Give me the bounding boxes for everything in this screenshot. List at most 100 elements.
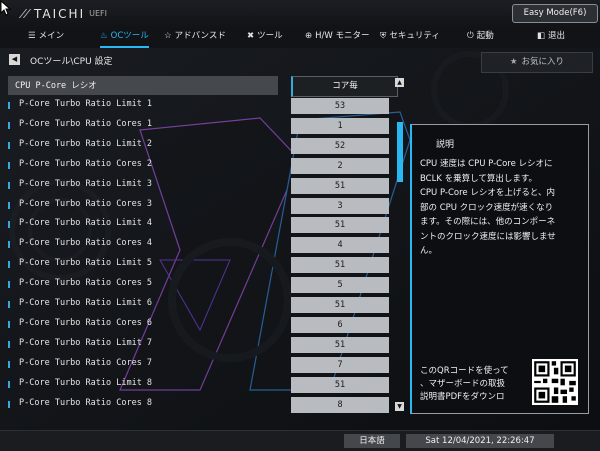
tab-oc-tweaker[interactable]: ♨ OCツール bbox=[100, 28, 149, 48]
tab-hw-monitor-label: H/W モニター bbox=[315, 31, 370, 41]
home-icon: ☰ bbox=[28, 31, 36, 41]
setting-row[interactable]: P-Core Turbo Ratio Cores 4 4 bbox=[8, 235, 390, 254]
setting-row[interactable]: P-Core Turbo Ratio Cores 1 1 bbox=[8, 116, 390, 135]
setting-value-field[interactable]: 6 bbox=[291, 316, 389, 333]
description-panel: 説明 CPU 速度は CPU P-Core レシオに BCLK を乗算して算出し… bbox=[410, 124, 589, 414]
setting-label: P-Core Turbo Ratio Limit 7 bbox=[19, 337, 153, 348]
favorites-button[interactable]: ★ お気に入り bbox=[481, 52, 593, 73]
qr-code-icon bbox=[532, 359, 578, 405]
setting-value-field[interactable]: 8 bbox=[291, 396, 389, 413]
language-button[interactable]: 日本語 bbox=[344, 434, 400, 448]
setting-label: P-Core Turbo Ratio Cores 1 bbox=[19, 118, 153, 129]
setting-row[interactable]: P-Core Turbo Ratio Limit 3 51 bbox=[8, 176, 390, 195]
setting-label: P-Core Turbo Ratio Limit 1 bbox=[19, 99, 153, 109]
back-arrow-icon[interactable]: ◀ bbox=[9, 54, 20, 65]
exit-icon: ◧ bbox=[537, 31, 546, 41]
setting-row[interactable]: P-Core Turbo Ratio Limit 6 51 bbox=[8, 295, 390, 314]
setting-label: P-Core Turbo Ratio Limit 8 bbox=[19, 377, 153, 388]
setting-value-dropdown[interactable]: コア毎 bbox=[291, 76, 398, 97]
scroll-down-icon[interactable]: ▼ bbox=[395, 402, 404, 411]
setting-row[interactable]: P-Core Turbo Ratio Limit 5 51 bbox=[8, 255, 390, 274]
setting-label: CPU P-Core レシオ bbox=[15, 81, 97, 91]
tab-main-label: メイン bbox=[38, 31, 65, 41]
setting-row[interactable]: P-Core Turbo Ratio Limit 7 51 bbox=[8, 335, 390, 354]
setting-value-field[interactable]: 53 bbox=[291, 98, 389, 114]
tab-advanced[interactable]: ☆ アドバンスド bbox=[164, 28, 226, 46]
power-icon: ⏻ bbox=[467, 31, 474, 41]
setting-value-field[interactable]: 51 bbox=[291, 336, 389, 353]
setting-label: P-Core Turbo Ratio Limit 3 bbox=[19, 178, 153, 189]
setting-label: P-Core Turbo Ratio Cores 3 bbox=[19, 198, 153, 209]
row-marker bbox=[8, 141, 10, 149]
main-nav: ☰ メイン ♨ OCツール ☆ アドバンスド ✖ ツール ⊕ H/W モニター ⛨ セキュリ… bbox=[0, 28, 600, 48]
setting-row[interactable]: P-Core Turbo Ratio Cores 5 5 bbox=[8, 275, 390, 294]
setting-label: P-Core Turbo Ratio Limit 2 bbox=[19, 138, 153, 149]
setting-value-field[interactable]: 2 bbox=[291, 157, 389, 174]
setting-value-field[interactable]: 5 bbox=[291, 277, 389, 294]
easy-mode-button[interactable]: Easy Mode(F6) bbox=[512, 4, 598, 23]
taichi-logo-icon: ⁄⁄ bbox=[22, 7, 31, 21]
tab-main[interactable]: ☰ メイン bbox=[28, 28, 64, 46]
setting-value-field[interactable]: 4 bbox=[291, 237, 389, 254]
setting-label: P-Core Turbo Ratio Limit 6 bbox=[19, 298, 153, 308]
setting-value-field[interactable]: 51 bbox=[291, 217, 389, 234]
setting-value-field[interactable]: 52 bbox=[291, 137, 389, 154]
setting-row-cpu-pcore-ratio[interactable]: CPU P-Core レシオ コア毎 bbox=[8, 76, 398, 97]
row-marker bbox=[8, 261, 10, 269]
tab-exit[interactable]: ◧ 退出 bbox=[537, 28, 565, 46]
row-marker bbox=[8, 320, 10, 328]
breadcrumb: OCツール\CPU 設定 bbox=[30, 57, 113, 67]
star-icon: ★ bbox=[509, 57, 518, 67]
tab-security-label: セキュリティ bbox=[389, 31, 440, 41]
setting-value-field[interactable]: 51 bbox=[291, 257, 389, 274]
tab-tools-label: ツール bbox=[257, 31, 283, 41]
setting-row[interactable]: P-Core Turbo Ratio Limit 1 53 bbox=[8, 96, 390, 115]
setting-value-field[interactable]: 3 bbox=[291, 197, 389, 214]
setting-value-field[interactable]: 51 bbox=[291, 297, 389, 313]
setting-value-field[interactable]: 7 bbox=[291, 356, 389, 373]
shield-icon: ⛨ bbox=[380, 31, 387, 41]
tab-boot[interactable]: ⏻ 起動 bbox=[467, 28, 494, 46]
setting-row[interactable]: P-Core Turbo Ratio Limit 2 52 bbox=[8, 136, 390, 155]
setting-label: P-Core Turbo Ratio Cores 2 bbox=[19, 158, 153, 169]
setting-row[interactable]: P-Core Turbo Ratio Cores 8 8 bbox=[8, 395, 390, 414]
setting-value-field[interactable]: 1 bbox=[291, 117, 389, 134]
row-marker bbox=[8, 201, 10, 209]
row-marker bbox=[8, 221, 10, 229]
row-marker bbox=[8, 121, 10, 129]
setting-row[interactable]: P-Core Turbo Ratio Limit 8 51 bbox=[8, 375, 390, 394]
setting-row[interactable]: P-Core Turbo Ratio Cores 6 6 bbox=[8, 315, 390, 334]
tab-tools[interactable]: ✖ ツール bbox=[247, 28, 283, 46]
status-bar: 日本語 Sat 12/04/2021, 22:26:47 bbox=[0, 430, 600, 451]
setting-label: P-Core Turbo Ratio Cores 6 bbox=[19, 317, 153, 328]
row-marker bbox=[8, 380, 10, 388]
setting-label: P-Core Turbo Ratio Cores 5 bbox=[19, 278, 153, 289]
setting-label: P-Core Turbo Ratio Limit 4 bbox=[19, 218, 153, 229]
setting-row[interactable]: P-Core Turbo Ratio Cores 3 3 bbox=[8, 196, 390, 215]
top-bar: ⁄⁄ TAICHI UEFI Easy Mode(F6) bbox=[0, 0, 600, 29]
setting-label: P-Core Turbo Ratio Cores 8 bbox=[19, 397, 153, 408]
setting-row[interactable]: P-Core Turbo Ratio Cores 2 2 bbox=[8, 156, 390, 175]
monitor-icon: ⊕ bbox=[305, 31, 313, 41]
description-title: 説明 bbox=[436, 140, 455, 150]
datetime-display: Sat 12/04/2021, 22:26:47 bbox=[406, 434, 554, 448]
scrollbar[interactable]: ▲ ▼ bbox=[395, 78, 405, 412]
scroll-up-icon[interactable]: ▲ bbox=[395, 78, 404, 87]
setting-row[interactable]: P-Core Turbo Ratio Cores 7 7 bbox=[8, 355, 390, 374]
qr-caption: このQRコードを使って 、マザーボードの取扱 説明書PDFをダウンロ bbox=[420, 366, 509, 402]
tab-advanced-label: アドバンスド bbox=[174, 31, 226, 41]
setting-value-field[interactable]: 51 bbox=[291, 177, 389, 194]
tab-hw-monitor[interactable]: ⊕ H/W モニター bbox=[305, 28, 370, 46]
tab-security[interactable]: ⛨ セキュリティ bbox=[380, 28, 440, 46]
row-marker bbox=[8, 181, 10, 189]
row-marker bbox=[8, 241, 10, 249]
row-marker bbox=[8, 281, 10, 289]
setting-label: P-Core Turbo Ratio Limit 5 bbox=[19, 258, 153, 269]
setting-value-field[interactable]: 51 bbox=[291, 376, 389, 393]
row-marker bbox=[8, 102, 10, 109]
description-text: CPU 速度は CPU P-Core レシオに BCLK を乗算して算出します。… bbox=[420, 159, 556, 256]
scroll-thumb[interactable] bbox=[397, 122, 403, 182]
setting-row[interactable]: P-Core Turbo Ratio Limit 4 51 bbox=[8, 215, 390, 234]
tab-oc-tweaker-label: OCツール bbox=[110, 31, 149, 41]
logo-suffix: UEFI bbox=[89, 9, 107, 18]
